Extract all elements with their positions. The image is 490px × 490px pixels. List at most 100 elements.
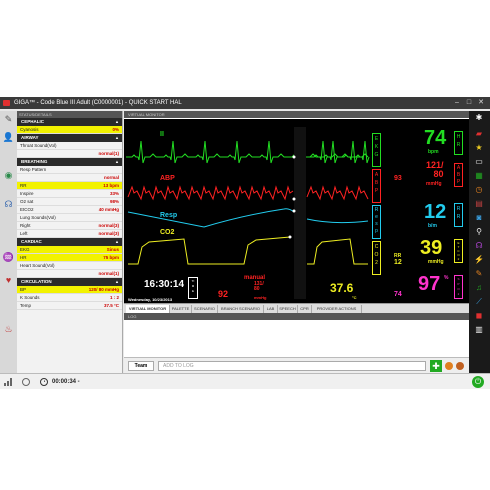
bag-icon[interactable]: ◼ (473, 311, 485, 321)
status-row[interactable]: Resp Pattern (17, 166, 122, 174)
status-row[interactable]: RR 13 bpm (17, 182, 122, 190)
eye-icon[interactable]: ◉ (2, 169, 15, 181)
notes-icon[interactable]: ▥ (473, 325, 485, 335)
abp-waveform (127, 185, 294, 201)
maximize-icon[interactable]: □ (464, 99, 474, 107)
ekg-waveform (126, 140, 370, 164)
chart-icon[interactable]: ▦ (473, 171, 485, 181)
status-value: 0% (112, 127, 119, 132)
status-value: 1 : 2 (109, 295, 119, 300)
collapse-icon[interactable]: ▲ (115, 238, 119, 246)
status-row[interactable]: Heart Sound(Vol) (17, 262, 122, 270)
status-row[interactable]: Cyanosis 0% (17, 126, 122, 134)
clock-icon[interactable]: ◷ (473, 185, 485, 195)
camera-icon[interactable]: ◙ (473, 213, 485, 223)
status-details-panel: STATUS/DETAILS CEPHALIC ▲ Cyanosis 0% AIRWAY… (17, 111, 123, 373)
person-icon[interactable]: 👤 (2, 131, 15, 143)
circulation-icon[interactable]: ♨ (2, 323, 15, 335)
power-icon[interactable]: ⏻ (472, 376, 484, 388)
status-row[interactable]: normal(1) (17, 270, 122, 278)
status-row[interactable]: Right normal(3) (17, 222, 122, 230)
status-row[interactable]: Lung Sounds(Vol) (17, 214, 122, 222)
status-row[interactable]: Left normal(3) (17, 230, 122, 238)
hr-unit: bpm (428, 149, 439, 155)
status-label: Throat Sound(Vol) (20, 143, 57, 148)
log-area: LOG (124, 313, 469, 359)
gear-icon[interactable]: ✱ (473, 113, 485, 123)
hr-box: HR (454, 131, 463, 155)
collapse-icon[interactable]: ▲ (115, 278, 119, 286)
status-row[interactable]: HR 75 bpm (17, 254, 122, 262)
status-label: O2 sat (20, 199, 34, 204)
collapse-icon[interactable]: ▲ (115, 134, 119, 142)
tab-scenario[interactable]: SCENARIO (192, 305, 218, 313)
status-value: 75 bpm (103, 255, 119, 260)
status-row[interactable]: EKG Sinus (17, 246, 122, 254)
section-breathing[interactable]: BREATHING ▲ (17, 158, 122, 166)
mode-icon[interactable] (22, 378, 30, 386)
status-label: Lung Sounds(Vol) (20, 215, 56, 220)
status-value: 33% (109, 191, 119, 196)
status-row[interactable]: K Sounds 1 : 2 (17, 294, 122, 302)
collapse-icon[interactable]: ▲ (115, 158, 119, 166)
abp-unit: mmHg (426, 181, 442, 187)
center-panel: VIRTUAL MONITOR II ABP Resp CO2 EKG ABP … (124, 111, 469, 373)
window-title: GIGA™ - Code Blue III Adult (C0000001) -… (14, 100, 182, 106)
head-profile-icon[interactable]: ☊ (2, 198, 15, 210)
section-cephalic[interactable]: CEPHALIC ▲ (17, 118, 122, 126)
status-row[interactable]: Inspire 33% (17, 190, 122, 198)
status-row[interactable]: normal(1) (17, 150, 122, 158)
headset-icon[interactable]: ☊ (473, 241, 485, 251)
time-box: TIME (188, 277, 198, 299)
event-icon[interactable] (456, 362, 464, 370)
etco2-unit: mmHg (428, 259, 444, 265)
ekg-waveform-tail (307, 140, 369, 164)
pen-icon[interactable]: ✎ (473, 269, 485, 279)
tab-palette[interactable]: PALETTE (170, 305, 192, 313)
collapse-icon[interactable]: ▲ (115, 118, 119, 126)
tab-branch-scenario[interactable]: BRANCH SCENARIO (218, 305, 264, 313)
status-label: Resp Pattern (20, 167, 47, 172)
syringe-icon[interactable]: ⟋ (473, 297, 485, 307)
status-label: HR (20, 255, 27, 260)
tab-virtual-monitor[interactable]: VIRTUAL MONITOR (126, 305, 170, 313)
tab-lab[interactable]: LAB (264, 305, 278, 313)
ekg-box: EKG (372, 133, 381, 167)
star-icon[interactable]: ★ (473, 143, 485, 153)
lungs-icon[interactable]: ♒ (2, 251, 15, 263)
folder-icon[interactable]: ▰ (473, 129, 485, 139)
walk-icon[interactable]: ⚲ (473, 227, 485, 237)
abp-box: ABP (372, 169, 381, 203)
status-value: normal (103, 175, 119, 180)
status-row[interactable]: Temp 37.5 °C (17, 302, 122, 310)
status-row[interactable]: O2 sat 98% (17, 198, 122, 206)
status-bar: ◔ 00:00:34 - ⏻ (0, 373, 490, 389)
resp-value: 12 (424, 201, 447, 223)
add-to-log-input[interactable]: ADD TO LOG (158, 361, 426, 371)
add-log-button[interactable]: ✚ (430, 360, 442, 372)
emoji-icon[interactable] (445, 362, 453, 370)
section-circulation[interactable]: CIRCULATION ▲ (17, 278, 122, 286)
section-airway[interactable]: AIRWAY ▲ (17, 134, 122, 142)
nibp-mean: 92 (218, 289, 229, 299)
heart-icon[interactable]: ♥ (2, 274, 15, 286)
tab-provider-actions[interactable]: PROVIDER ACTIONS (312, 305, 362, 313)
status-row[interactable]: BP 120/ 80 mmHg (17, 286, 122, 294)
minimize-icon[interactable]: – (452, 99, 462, 107)
status-row[interactable]: Throat Sound(Vol) (17, 142, 122, 150)
status-row[interactable]: EtCO2 40 mmHg (17, 206, 122, 214)
abp-value: 121/ 80 (426, 160, 444, 179)
sound-icon[interactable]: ♫ (473, 283, 485, 293)
close-icon[interactable]: ✕ (476, 99, 486, 107)
status-label: Left (20, 231, 28, 236)
tab-cpr[interactable]: CPR (298, 305, 312, 313)
defib-icon[interactable]: ⚡ (473, 255, 485, 265)
tab-speech[interactable]: SPEECH (278, 305, 298, 313)
monitor-tabs: VIRTUAL MONITOR PALETTE SCENARIO BRANCH … (124, 303, 469, 313)
monitor-icon[interactable]: ▭ (473, 157, 485, 167)
team-button[interactable]: Team (128, 361, 154, 371)
section-cardiac[interactable]: CARDIAC ▲ (17, 238, 122, 246)
status-row[interactable]: normal (17, 174, 122, 182)
pencil-icon[interactable]: ✎ (2, 113, 15, 125)
document-icon[interactable]: ▤ (473, 199, 485, 209)
